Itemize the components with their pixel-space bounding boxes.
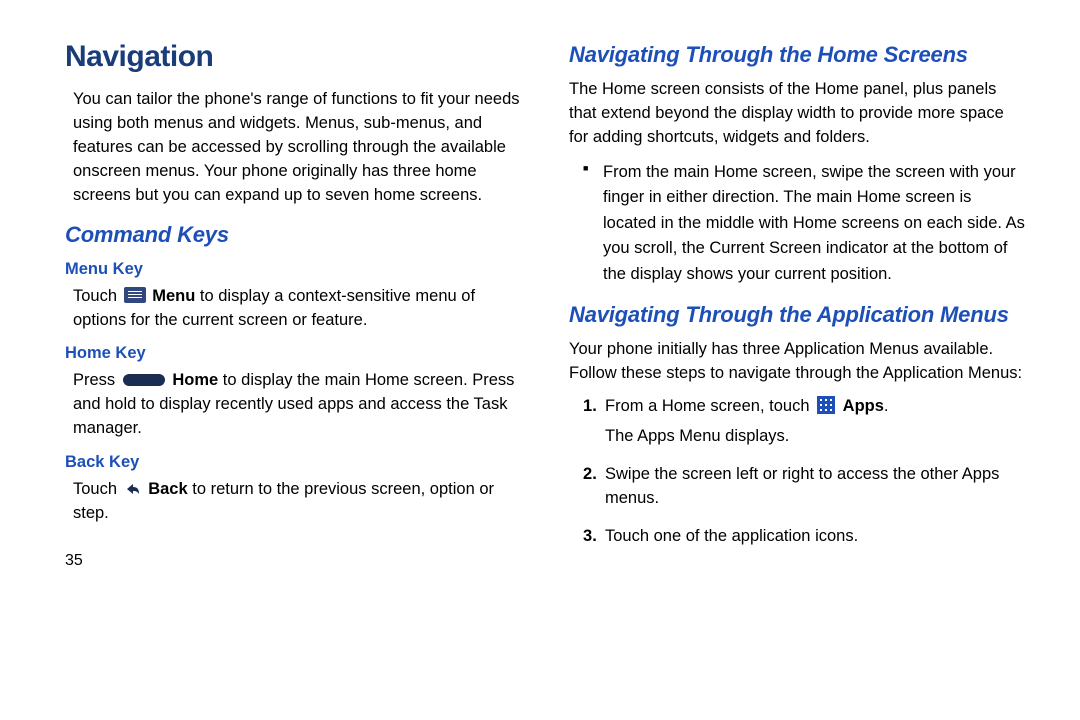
heading-navigation: Navigation [65, 40, 521, 74]
menu-icon [124, 287, 146, 303]
intro-paragraph: You can tailor the phone's range of func… [73, 88, 521, 208]
home-key-paragraph: Press Home to display the main Home scre… [73, 369, 521, 441]
step-1-sub: The Apps Menu displays. [605, 425, 1025, 449]
heading-home-screens: Navigating Through the Home Screens [569, 42, 1025, 68]
back-icon [124, 481, 142, 497]
text: Touch [73, 287, 122, 305]
home-screens-bullet: From the main Home screen, swipe the scr… [583, 160, 1025, 288]
heading-back-key: Back Key [65, 453, 521, 472]
back-key-label: Back [148, 480, 187, 498]
text: From a Home screen, touch [605, 397, 814, 415]
home-screens-paragraph: The Home screen consists of the Home pan… [569, 78, 1025, 150]
apps-icon [817, 396, 835, 414]
heading-command-keys: Command Keys [65, 222, 521, 248]
back-key-paragraph: Touch Back to return to the previous scr… [73, 478, 521, 526]
heading-home-key: Home Key [65, 344, 521, 363]
right-column: Navigating Through the Home Screens The … [569, 40, 1025, 570]
step-2: Swipe the screen left or right to access… [583, 463, 1025, 511]
text: Touch [73, 480, 122, 498]
menu-key-paragraph: Touch Menu to display a context-sensitiv… [73, 285, 521, 333]
heading-menu-key: Menu Key [65, 260, 521, 279]
text: Press [73, 371, 120, 389]
home-icon [123, 374, 165, 386]
home-key-label: Home [172, 371, 218, 389]
left-column: Navigation You can tailor the phone's ra… [65, 40, 521, 570]
step-3: Touch one of the application icons. [583, 525, 1025, 549]
step-1: From a Home screen, touch Apps. The Apps… [583, 395, 1025, 449]
heading-application-menus: Navigating Through the Application Menus [569, 302, 1025, 328]
apps-label: Apps [843, 397, 884, 415]
document-page: Navigation You can tailor the phone's ra… [0, 0, 1080, 590]
menu-key-label: Menu [152, 287, 195, 305]
application-menus-paragraph: Your phone initially has three Applicati… [569, 338, 1025, 386]
steps-list: From a Home screen, touch Apps. The Apps… [569, 395, 1025, 549]
text: . [884, 397, 889, 415]
page-number: 35 [65, 552, 521, 570]
